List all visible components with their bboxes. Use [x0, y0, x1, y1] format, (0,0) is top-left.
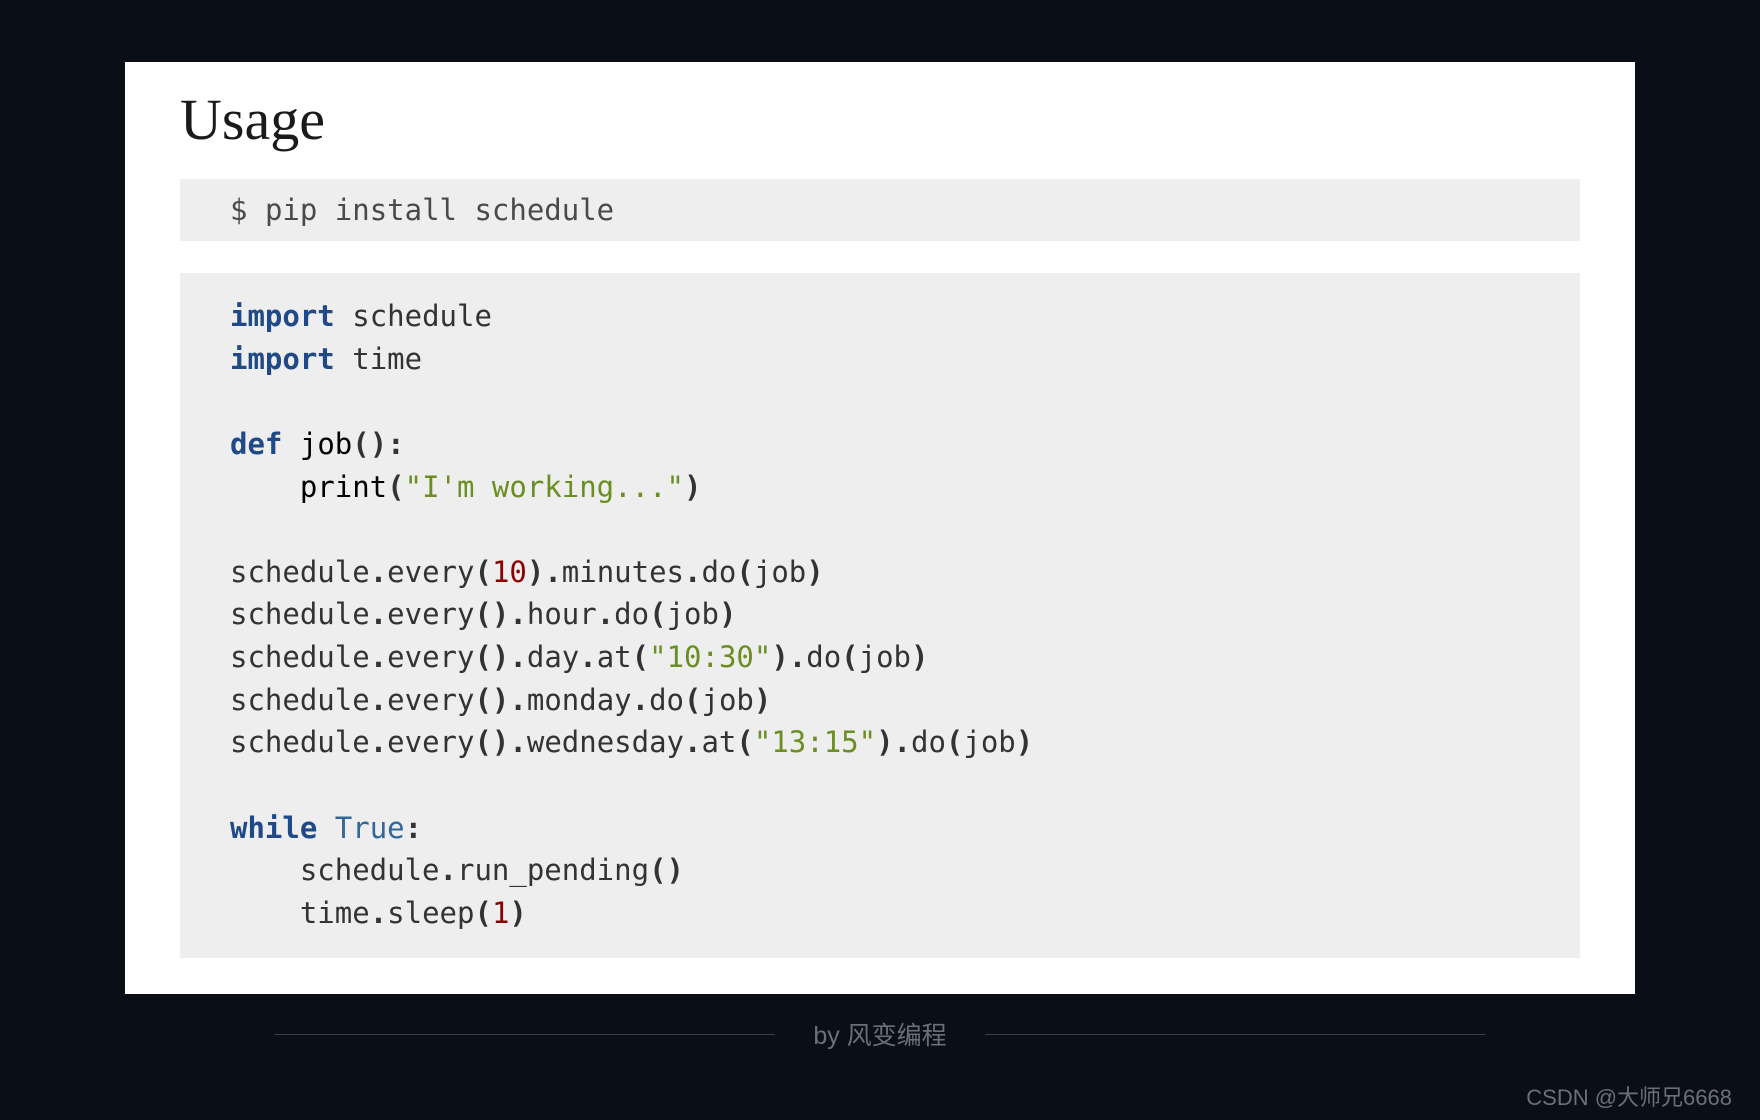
divider-left	[275, 1034, 775, 1035]
watermark: CSDN @大师兄6668	[1526, 1080, 1732, 1112]
num-ten: 10	[492, 555, 527, 589]
module-schedule: schedule	[352, 299, 492, 333]
divider-right	[985, 1034, 1485, 1035]
kw-while: while	[230, 811, 317, 845]
shell-command: pip install schedule	[265, 193, 614, 227]
shell-command-block: $ pip install schedule	[180, 179, 1580, 241]
fn-job: job	[300, 427, 352, 461]
usage-heading: Usage	[180, 86, 1580, 153]
str-working: "I'm working..."	[405, 470, 684, 504]
fn-print: print	[300, 470, 387, 504]
kw-import: import	[230, 342, 335, 376]
kw-import: import	[230, 299, 335, 333]
builtin-true: True	[335, 811, 405, 845]
num-one: 1	[492, 896, 509, 930]
str-1315: "13:15"	[754, 725, 876, 759]
module-time: time	[352, 342, 422, 376]
document-card: Usage $ pip install schedule import sche…	[125, 62, 1635, 994]
footer-text: by 风变编程	[813, 1016, 946, 1052]
kw-def: def	[230, 427, 282, 461]
python-code-block: import schedule import time def job(): p…	[180, 273, 1580, 958]
str-1030: "10:30"	[649, 640, 771, 674]
shell-prompt: $	[230, 193, 247, 227]
footer: by 风变编程	[275, 1016, 1484, 1052]
